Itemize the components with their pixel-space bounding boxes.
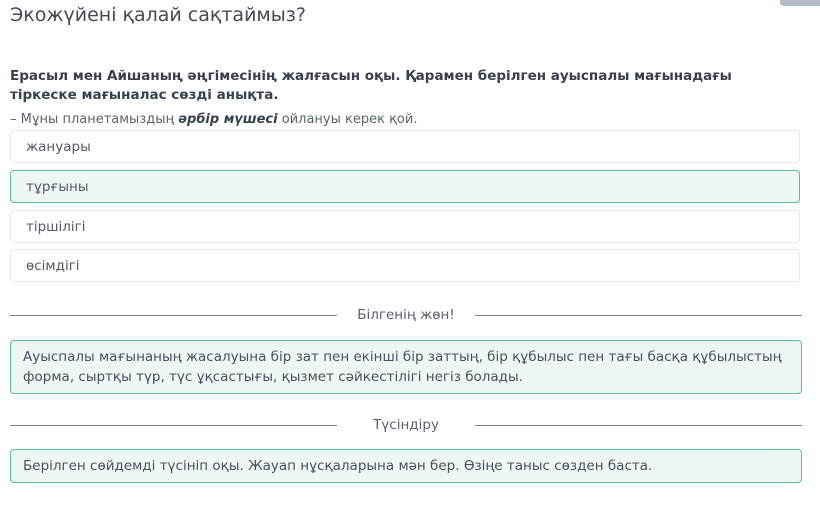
know-heading: Білгенің жөн! (357, 307, 455, 323)
corner-button[interactable] (780, 0, 820, 6)
answer-option-label: өсімдігі (26, 257, 80, 274)
divider-line (474, 314, 802, 316)
answer-option-label: жануары (26, 138, 91, 155)
page-title: Экожүйені қалай сақтаймыз? (10, 4, 306, 26)
explanation-heading: Түсіндіру (373, 417, 439, 433)
explanation-divider: Түсіндіру (10, 417, 803, 433)
question-prompt: Ерасыл мен Айшаның әңгімесінің жалғасын … (10, 68, 732, 103)
question-quote: – Мұны планетамыздың әрбір мүшесі ойлану… (10, 112, 417, 127)
answer-option-label: тіршілігі (26, 218, 86, 235)
explanation-text: Берілген сөйдемді түсініп оқы. Жауап нұс… (23, 458, 653, 474)
quote-after: ойлануы керек қой. (277, 112, 418, 127)
divider-line (474, 424, 803, 426)
divider-line (10, 424, 338, 426)
divider-line (10, 314, 338, 316)
quote-bold: әрбір мүшесі (178, 112, 278, 127)
answer-option-1[interactable]: жануары (10, 130, 800, 163)
know-info-box: Ауыспалы мағынаның жасалуына бір зат пен… (10, 340, 802, 394)
know-text: Ауыспалы мағынаның жасалуына бір зат пен… (23, 349, 782, 385)
quote-before: – Мұны планетамыздың (10, 112, 179, 127)
explanation-info-box: Берілген сөйдемді түсініп оқы. Жауап нұс… (10, 449, 802, 483)
know-divider: Білгенің жөн! (10, 307, 802, 323)
answer-option-3[interactable]: тіршілігі (10, 210, 800, 243)
answer-option-2-correct[interactable]: тұрғыны (10, 170, 800, 203)
answer-option-label: тұрғыны (26, 178, 89, 195)
answer-option-4[interactable]: өсімдігі (10, 249, 800, 282)
